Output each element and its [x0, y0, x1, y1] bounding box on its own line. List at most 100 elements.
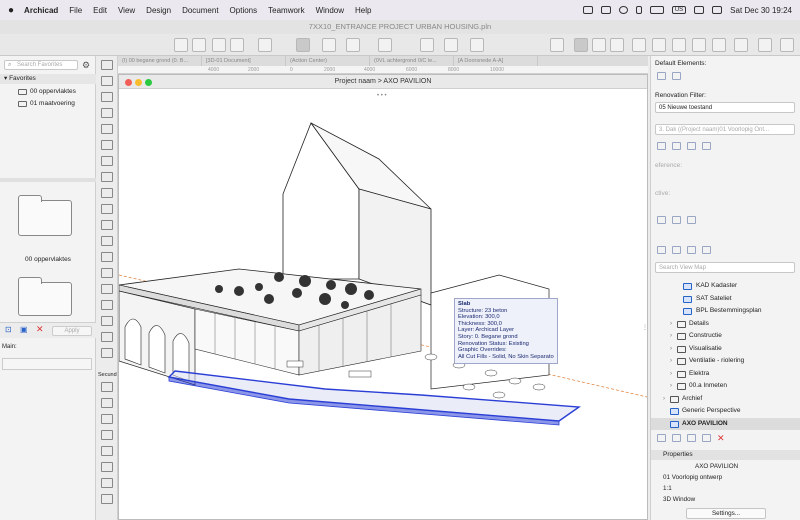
- text-tool-icon[interactable]: [101, 414, 113, 424]
- view-select[interactable]: 3. Dak ((Project naam)01 Voorlopig Ont..…: [655, 124, 795, 135]
- swap-icon[interactable]: [687, 216, 696, 224]
- object-tool-icon[interactable]: [101, 300, 113, 310]
- folder-preview-icon[interactable]: [18, 195, 72, 236]
- apple-menu-icon[interactable]: ●: [8, 5, 14, 16]
- column-tool-icon[interactable]: [101, 140, 113, 150]
- chevron-right-icon[interactable]: ›: [670, 330, 672, 343]
- wall-tool-icon[interactable]: [592, 38, 606, 52]
- menu-window[interactable]: Window: [316, 6, 344, 15]
- mesh-tool-icon[interactable]: [101, 268, 113, 278]
- tree-item[interactable]: › Elektra: [651, 368, 800, 381]
- snap-icon[interactable]: [296, 38, 310, 52]
- tree-item[interactable]: › Archief: [651, 393, 800, 406]
- tree-item-selected[interactable]: AXO PAVILION: [651, 417, 800, 430]
- bluetooth-icon[interactable]: [635, 6, 642, 14]
- favorites-header[interactable]: ▾ Favorites: [0, 74, 96, 84]
- grid-snap-icon[interactable]: [574, 38, 588, 52]
- view-map-icon[interactable]: [672, 246, 681, 254]
- input-source-indicator[interactable]: US: [671, 6, 687, 14]
- record-icon[interactable]: [618, 6, 628, 14]
- folder-preview-icon[interactable]: [18, 277, 72, 316]
- 3d-window-titlebar[interactable]: Project naam > AXO PAVILION: [119, 75, 647, 89]
- slab-tool-icon[interactable]: [101, 172, 113, 182]
- property-name[interactable]: AXO PAVILION: [695, 463, 738, 470]
- dimension-tool-icon[interactable]: [101, 382, 113, 392]
- undo-icon[interactable]: [174, 38, 188, 52]
- view-map-search-input[interactable]: Search View Map: [655, 262, 795, 273]
- compare-icon[interactable]: [672, 216, 681, 224]
- morph-tool-icon[interactable]: [101, 284, 113, 294]
- new-folder-icon[interactable]: ▣: [20, 325, 28, 334]
- axo-model-view[interactable]: • • • ⋮: [119, 89, 647, 519]
- fill-tool-icon[interactable]: [101, 446, 113, 456]
- chevron-right-icon[interactable]: ›: [670, 343, 672, 356]
- delete-icon[interactable]: ✕: [717, 434, 725, 443]
- tree-item[interactable]: BPL Bestemmingsplan: [651, 305, 800, 318]
- roof-tool-icon[interactable]: [101, 188, 113, 198]
- element-info-icon[interactable]: [550, 38, 564, 52]
- minimize-window-icon[interactable]: [135, 79, 142, 86]
- favorite-item[interactable]: 00 oppervlaktes: [0, 86, 96, 98]
- resize-handle[interactable]: • • •: [377, 93, 387, 99]
- delete-icon[interactable]: ✕: [36, 324, 44, 335]
- tree-item[interactable]: KAD Kadaster: [651, 280, 800, 293]
- tree-item[interactable]: › Details: [651, 318, 800, 331]
- save-favorite-icon[interactable]: ⊡: [5, 325, 12, 334]
- curtain-wall-tool-icon[interactable]: [101, 252, 113, 262]
- arc-tool-icon[interactable]: [101, 478, 113, 488]
- tab-action-center[interactable]: (Action Center): [286, 56, 370, 66]
- menu-document[interactable]: Document: [182, 6, 218, 15]
- favorites-search-input[interactable]: ⌕ Search Favorites: [4, 60, 78, 70]
- chevron-right-icon[interactable]: ›: [670, 355, 672, 368]
- suspend-groups-icon[interactable]: [346, 38, 360, 52]
- measure-icon[interactable]: [258, 38, 272, 52]
- chevron-right-icon[interactable]: ›: [670, 380, 672, 393]
- shell-tool-icon[interactable]: [101, 204, 113, 214]
- property-scale[interactable]: 1:1: [663, 485, 672, 492]
- close-window-icon[interactable]: [125, 79, 132, 86]
- lamp-tool-icon[interactable]: [101, 332, 113, 342]
- property-identifier[interactable]: 01 Voorlopig ontwerp: [663, 474, 722, 481]
- zone-tool-icon[interactable]: [101, 316, 113, 326]
- publisher-icon[interactable]: [702, 246, 711, 254]
- tab-begane-grond[interactable]: (I) 00 begane grond (0. B...: [118, 56, 202, 66]
- drag-icon[interactable]: [672, 38, 686, 52]
- menu-app[interactable]: Archicad: [24, 6, 58, 15]
- wall-default-icon[interactable]: [657, 72, 666, 80]
- tab-achtergrond[interactable]: (0VL achtergrond 0/C le...: [370, 56, 454, 66]
- publish-icon[interactable]: [687, 142, 696, 150]
- skylight-tool-icon[interactable]: [101, 348, 113, 358]
- layout-book-icon[interactable]: [687, 246, 696, 254]
- tree-item[interactable]: › Ventilatie - riolering: [651, 355, 800, 368]
- favorite-item[interactable]: 01 maatvoering: [0, 98, 96, 110]
- stretch-icon[interactable]: [712, 38, 726, 52]
- door-tool-icon[interactable]: [101, 108, 113, 118]
- layer-combination-icon[interactable]: [378, 38, 392, 52]
- menu-view[interactable]: View: [118, 6, 135, 15]
- tab-doorsnede[interactable]: [A Doorsnede A-A]: [454, 56, 538, 66]
- guide-lines-icon[interactable]: [322, 38, 336, 52]
- arrange-icon[interactable]: [632, 38, 646, 52]
- tree-item[interactable]: › 00.a Inmeten: [651, 380, 800, 393]
- chevron-right-icon[interactable]: ›: [663, 393, 665, 406]
- menu-design[interactable]: Design: [146, 6, 171, 15]
- tree-item[interactable]: Generic Perspective: [651, 405, 800, 418]
- menu-help[interactable]: Help: [355, 6, 371, 15]
- reference-icon[interactable]: [657, 216, 666, 224]
- line-tool-icon[interactable]: [101, 462, 113, 472]
- redo-icon[interactable]: [192, 38, 206, 52]
- control-center-icon[interactable]: [712, 6, 723, 14]
- chevron-right-icon[interactable]: ›: [670, 318, 672, 331]
- menu-teamwork[interactable]: Teamwork: [268, 6, 304, 15]
- new-view-icon[interactable]: [657, 434, 666, 442]
- cloud-sync-icon[interactable]: [672, 142, 681, 150]
- label-tool-icon[interactable]: [101, 430, 113, 440]
- 3d-orbit-icon[interactable]: [758, 38, 772, 52]
- 3d-window[interactable]: Project naam > AXO PAVILION • • • ⋮ Slab…: [118, 74, 648, 520]
- render-icon[interactable]: [780, 38, 794, 52]
- menu-edit[interactable]: Edit: [93, 6, 107, 15]
- link-icon[interactable]: [657, 142, 666, 150]
- divider[interactable]: [0, 178, 96, 182]
- mirror-icon[interactable]: [652, 38, 666, 52]
- display-icon[interactable]: [600, 6, 611, 14]
